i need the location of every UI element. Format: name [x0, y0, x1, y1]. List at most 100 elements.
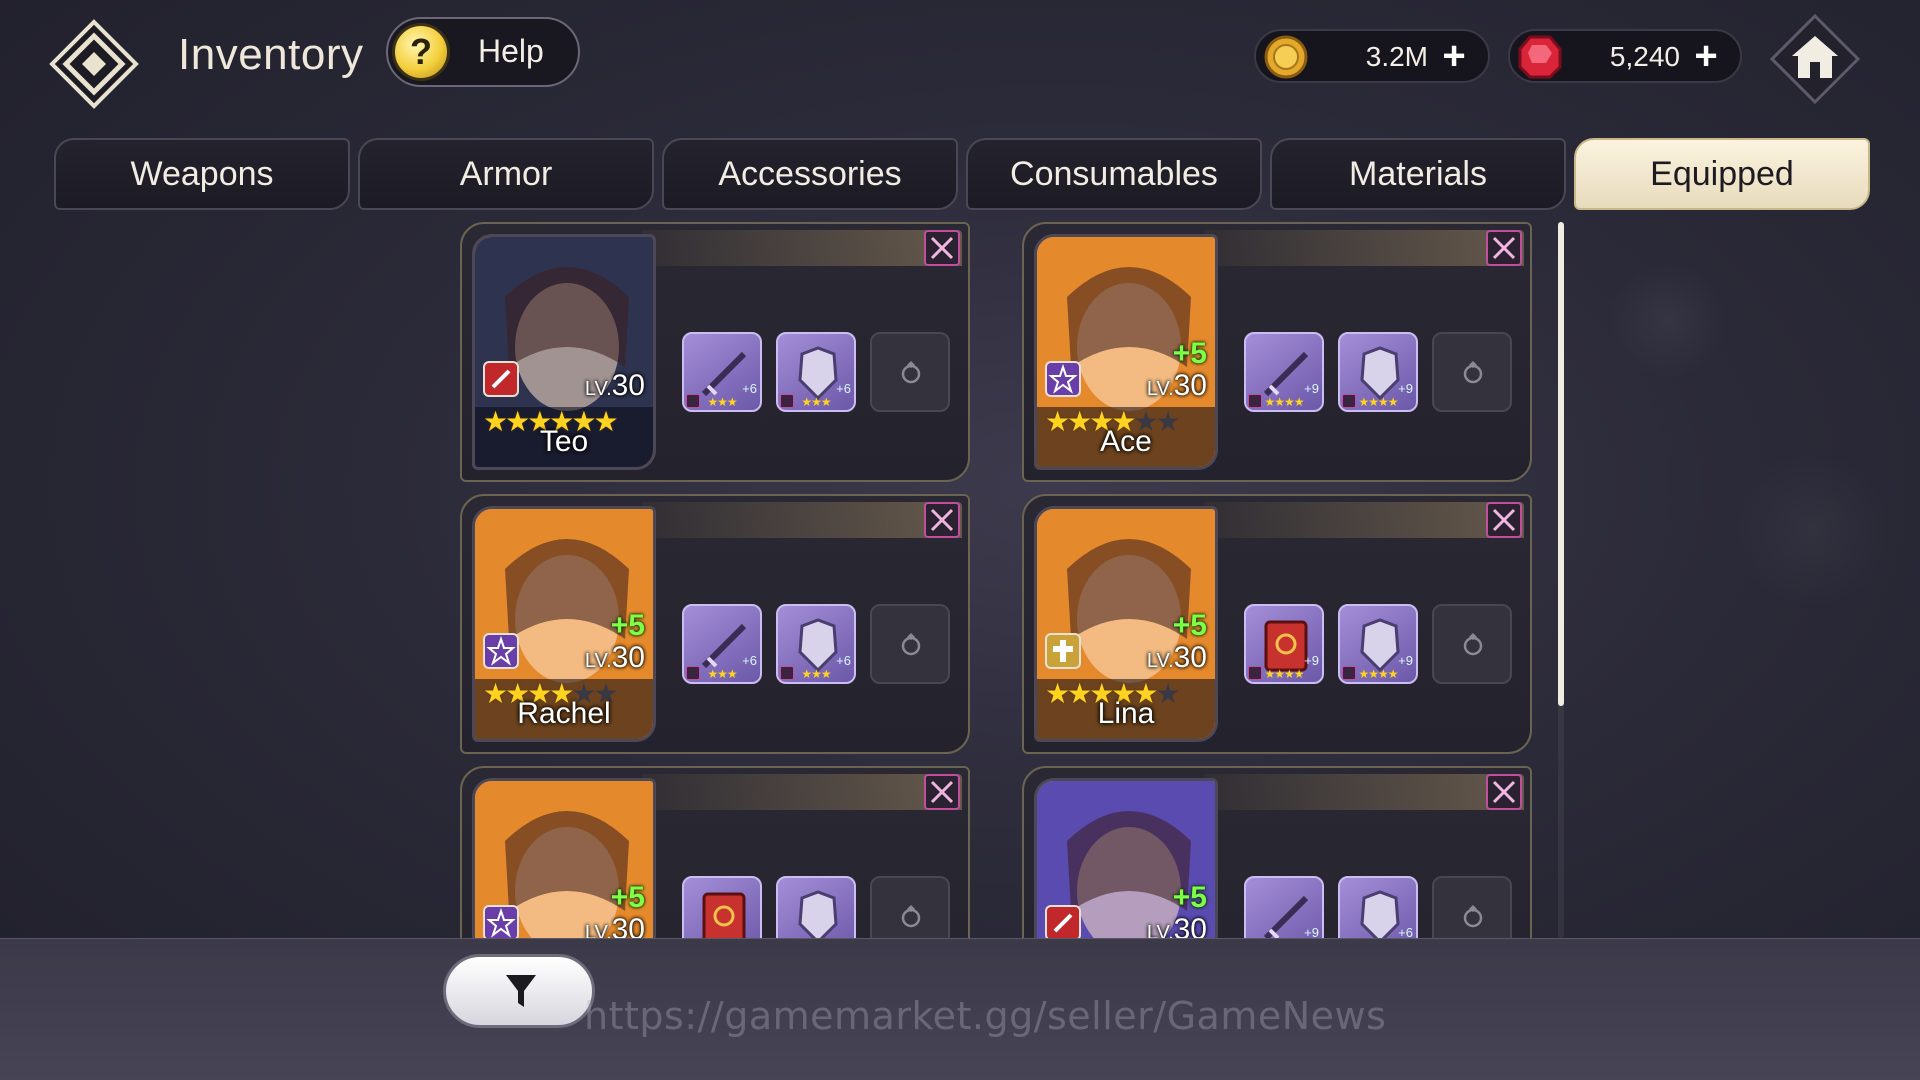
star-class-icon	[483, 633, 519, 669]
ring-icon	[1463, 361, 1483, 384]
weapon-enhance: +6	[742, 653, 757, 668]
hero-level-prefix: LV.	[584, 378, 612, 400]
hero-level: LV.30	[585, 369, 645, 403]
armor-icon	[784, 884, 848, 938]
hero-portrait[interactable]: LV.30 ★★★★★★ Teo	[472, 234, 656, 470]
hero-name: Ace	[1100, 425, 1152, 458]
equipped-weapon-slot[interactable]: +6 ★★★	[682, 332, 762, 412]
hero-name: Lina	[1097, 697, 1155, 730]
hero-card[interactable]: LV.30 ★★★★★★ Teo +6 ★★★ +6 ★★★	[460, 222, 970, 482]
unequip-all-icon[interactable]	[924, 230, 960, 266]
empty-accessory-slot[interactable]	[870, 604, 950, 684]
filter-button[interactable]	[443, 954, 595, 1028]
help-label: Help	[478, 33, 544, 69]
weapon-enhance: +9	[1304, 925, 1319, 938]
cross-class-icon	[1045, 633, 1081, 669]
tome-icon	[690, 884, 754, 938]
armor-enhance: +6	[836, 653, 851, 668]
tab-weapons[interactable]: Weapons	[54, 138, 350, 210]
scrollbar[interactable]	[1558, 222, 1564, 706]
equipped-weapon-slot[interactable]: +9 ★★★★	[1244, 332, 1324, 412]
equipped-armor-slot[interactable]: +6 ★★★	[776, 604, 856, 684]
armor-enhance: +9	[1398, 653, 1413, 668]
tab-equipped[interactable]: Equipped	[1574, 138, 1870, 210]
unequip-all-icon[interactable]	[924, 502, 960, 538]
hero-level-prefix: LV.	[1146, 650, 1174, 672]
header: Inventory ? Help 3.2M + 5,240 +	[0, 0, 1920, 118]
empty-accessory-slot[interactable]	[870, 332, 950, 412]
hero-enhance-level: +5	[1172, 337, 1207, 370]
back-logo-icon[interactable]	[48, 18, 140, 110]
hero-portrait[interactable]: +5 LV.30 ★★★★★★ Lina	[1034, 506, 1218, 742]
add-gold-button[interactable]: +	[1434, 36, 1474, 76]
add-gem-button[interactable]: +	[1686, 36, 1726, 76]
hero-name: Teo	[539, 425, 589, 458]
unequip-all-icon[interactable]	[924, 774, 960, 810]
hero-portrait[interactable]: +5 LV.30 ★★★★★★ Ace	[1034, 234, 1218, 470]
equipped-weapon-slot[interactable]	[682, 876, 762, 938]
weapon-stars: ★★★★	[1264, 667, 1304, 681]
tab-armor[interactable]: Armor	[358, 138, 654, 210]
hero-level: LV.30	[1147, 369, 1207, 403]
ring-icon	[901, 633, 921, 656]
hero-card[interactable]: +5 LV.30 ★★★★★★ Rachel +6 ★★★ +6 ★★★	[460, 494, 970, 754]
equipped-weapon-slot[interactable]: +9 ★★★★	[1244, 604, 1324, 684]
hero-portrait[interactable]: +5 LV.30	[1034, 778, 1218, 938]
unequip-all-icon[interactable]	[1486, 230, 1522, 266]
ring-icon	[1463, 633, 1483, 656]
equipped-armor-slot[interactable]: +6	[1338, 876, 1418, 938]
hero-card[interactable]: +5 LV.30 +9 +6	[1022, 766, 1532, 938]
tab-consumables[interactable]: Consumables	[966, 138, 1262, 210]
home-button[interactable]	[1768, 12, 1862, 106]
hero-level-value: 30	[1173, 641, 1207, 674]
hero-card[interactable]: +5 LV.30 ★★★★★★ Lina +9 ★★★★ +9 ★★★★	[1022, 494, 1532, 754]
equipped-armor-slot[interactable]: +6 ★★★	[776, 332, 856, 412]
help-button[interactable]: ? Help	[386, 17, 580, 87]
hero-level-prefix: LV.	[584, 650, 612, 672]
sword-class-icon	[1045, 905, 1081, 938]
ring-icon	[901, 361, 921, 384]
weapon-stars: ★★★	[707, 667, 737, 681]
equipped-armor-slot[interactable]: +9 ★★★★	[1338, 332, 1418, 412]
armor-stars: ★★★★	[1358, 395, 1398, 409]
hero-level-value: 30	[1173, 913, 1207, 938]
empty-accessory-slot[interactable]	[1432, 332, 1512, 412]
equipped-weapon-slot[interactable]: +9	[1244, 876, 1324, 938]
unequip-all-icon[interactable]	[1486, 502, 1522, 538]
armor-stars: ★★★★	[1358, 667, 1398, 681]
card-header-band	[642, 502, 962, 538]
hero-portrait[interactable]: +5 LV.30 ★★★★★★ Rachel	[472, 506, 656, 742]
hero-level-value: 30	[611, 641, 645, 674]
gold-amount: 3.2M	[1365, 41, 1428, 72]
tab-materials[interactable]: Materials	[1270, 138, 1566, 210]
tab-accessories[interactable]: Accessories	[662, 138, 958, 210]
hero-enhance-level: +5	[1172, 881, 1207, 914]
equipped-armor-slot[interactable]	[776, 876, 856, 938]
card-header-band	[642, 774, 962, 810]
armor-enhance: +6	[836, 381, 851, 396]
weapon-enhance: +6	[742, 381, 757, 396]
help-question-icon: ?	[392, 23, 450, 81]
hero-level: LV.30	[1147, 641, 1207, 675]
hero-level: LV.30	[585, 641, 645, 675]
unequip-all-icon[interactable]	[1486, 774, 1522, 810]
inventory-tabs: Weapons Armor Accessories Consumables Materi…	[54, 138, 1874, 212]
hero-card[interactable]: +5 LV.30	[460, 766, 970, 938]
equipped-armor-slot[interactable]: +9 ★★★★	[1338, 604, 1418, 684]
hero-level-value: 30	[1173, 369, 1207, 402]
hero-card[interactable]: +5 LV.30 ★★★★★★ Ace +9 ★★★★ +9 ★★★★	[1022, 222, 1532, 482]
gem-amount: 5,240	[1609, 41, 1680, 72]
hero-portrait[interactable]: +5 LV.30	[472, 778, 656, 938]
page-title: Inventory	[178, 30, 364, 79]
hero-level: LV.30	[1147, 913, 1207, 938]
hero-level: LV.30	[585, 913, 645, 938]
empty-accessory-slot[interactable]	[1432, 604, 1512, 684]
star-class-icon	[483, 905, 519, 938]
hero-enhance-level: +5	[610, 881, 645, 914]
empty-accessory-slot[interactable]	[1432, 876, 1512, 938]
empty-accessory-slot[interactable]	[870, 876, 950, 938]
card-header-band	[1204, 502, 1524, 538]
equipped-weapon-slot[interactable]: +6 ★★★	[682, 604, 762, 684]
hero-name: Rachel	[517, 697, 611, 730]
armor-enhance: +9	[1398, 381, 1413, 396]
